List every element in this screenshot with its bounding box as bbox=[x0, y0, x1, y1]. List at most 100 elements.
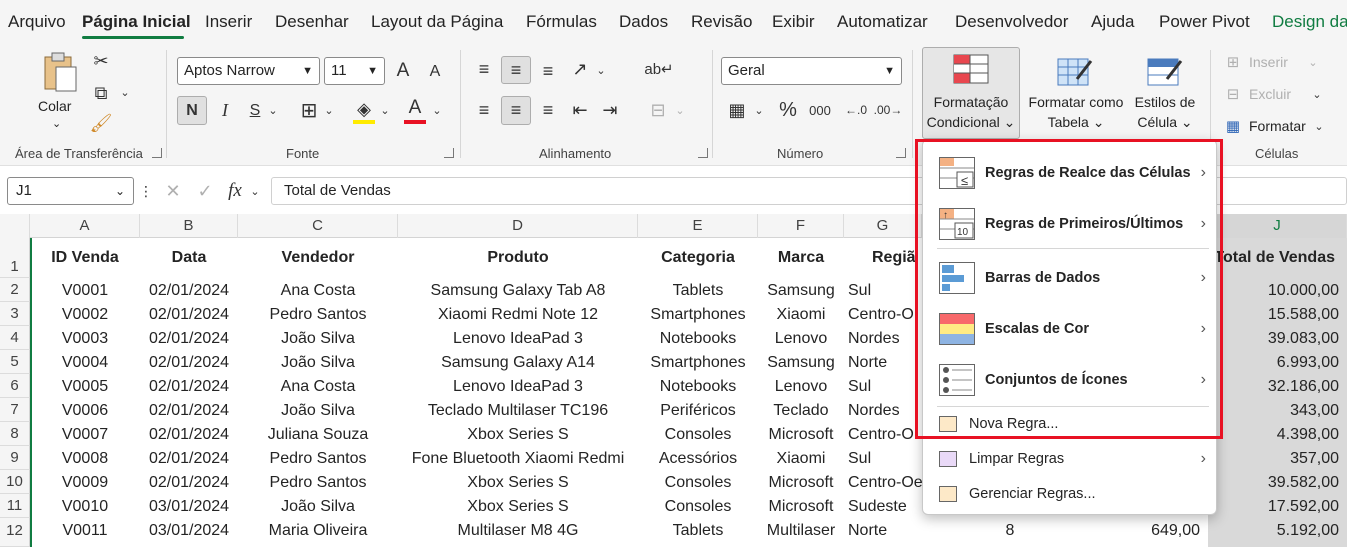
format-cells-button[interactable]: Formatar bbox=[1249, 116, 1306, 136]
fill-color-icon[interactable]: ◈ bbox=[352, 96, 376, 122]
align-bottom-icon[interactable]: ≡ bbox=[536, 58, 560, 84]
align-top-icon[interactable]: ≡ bbox=[472, 56, 496, 82]
table-cell[interactable]: V0003 bbox=[30, 327, 140, 351]
table-cell[interactable]: Nordes bbox=[844, 399, 922, 423]
delete-cells-button[interactable]: Excluir bbox=[1249, 84, 1291, 104]
tab-automatizar[interactable]: Automatizar bbox=[837, 12, 928, 32]
column-header[interactable]: E bbox=[638, 214, 758, 238]
table-cell[interactable]: Centro-O bbox=[844, 423, 922, 447]
tab-formulas[interactable]: Fórmulas bbox=[526, 12, 597, 32]
table-cell[interactable]: V0010 bbox=[30, 495, 140, 519]
table-cell[interactable]: Notebooks bbox=[638, 327, 758, 351]
table-cell[interactable]: 39.582,00 bbox=[1208, 471, 1347, 495]
borders-dropdown-chevron-icon[interactable]: ⌄ bbox=[322, 102, 336, 118]
table-cell[interactable]: Norte bbox=[844, 351, 922, 375]
font-name-combo[interactable]: Aptos Narrow ▼ bbox=[177, 57, 320, 85]
table-cell[interactable]: Sul bbox=[844, 447, 922, 471]
table-cell[interactable]: 4.398,00 bbox=[1208, 423, 1347, 447]
paste-button[interactable]: Colar bbox=[38, 96, 71, 116]
table-cell[interactable]: 03/01/2024 bbox=[140, 495, 238, 519]
table-cell[interactable]: 02/01/2024 bbox=[140, 447, 238, 471]
table-cell[interactable]: Microsoft bbox=[758, 495, 844, 519]
menu-item-manage-rules[interactable]: Gerenciar Regras... bbox=[923, 477, 1216, 511]
table-cell[interactable]: Pedro Santos bbox=[238, 303, 398, 327]
table-cell[interactable]: Smartphones bbox=[638, 303, 758, 327]
table-cell[interactable]: 02/01/2024 bbox=[140, 279, 238, 303]
name-box[interactable]: J1 ⌄ bbox=[7, 177, 134, 205]
tab-inserir[interactable]: Inserir bbox=[205, 12, 252, 32]
format-as-table-label-2[interactable]: Tabela ⌄ bbox=[1024, 112, 1128, 132]
select-all-corner[interactable] bbox=[0, 214, 30, 238]
table-cell[interactable]: Teclado bbox=[758, 399, 844, 423]
tab-ajuda[interactable]: Ajuda bbox=[1091, 12, 1134, 32]
fill-dropdown-chevron-icon[interactable]: ⌄ bbox=[378, 102, 392, 118]
row-header[interactable]: 3 bbox=[0, 302, 30, 326]
table-cell[interactable]: Lenovo bbox=[758, 375, 844, 399]
column-header-selected[interactable]: J bbox=[1208, 214, 1347, 238]
header-cell[interactable]: Regiã bbox=[844, 246, 922, 270]
insert-dropdown-chevron-icon[interactable]: ⌄ bbox=[1306, 54, 1320, 70]
table-cell[interactable]: 10.000,00 bbox=[1208, 279, 1347, 303]
copy-icon[interactable]: ⧉ bbox=[90, 82, 112, 104]
font-color-icon[interactable]: A bbox=[404, 96, 426, 120]
table-cell[interactable]: Lenovo IdeaPad 3 bbox=[398, 375, 638, 399]
tab-power-pivot[interactable]: Power Pivot bbox=[1159, 12, 1250, 32]
table-cell[interactable]: Samsung Galaxy Tab A8 bbox=[398, 279, 638, 303]
table-cell[interactable]: Xiaomi bbox=[758, 447, 844, 471]
table-cell[interactable]: 02/01/2024 bbox=[140, 375, 238, 399]
tab-layout-da-pagina[interactable]: Layout da Página bbox=[371, 12, 503, 32]
number-format-combo[interactable]: Geral ▼ bbox=[721, 57, 902, 85]
paste-dropdown-chevron-icon[interactable]: ⌄ bbox=[52, 114, 61, 134]
number-launcher-icon[interactable] bbox=[896, 148, 906, 158]
table-cell[interactable]: 02/01/2024 bbox=[140, 471, 238, 495]
header-cell[interactable]: Marca bbox=[758, 246, 844, 270]
clipboard-launcher-icon[interactable] bbox=[152, 148, 162, 158]
copy-dropdown-chevron-icon[interactable]: ⌄ bbox=[118, 84, 132, 100]
table-cell[interactable]: Consoles bbox=[638, 423, 758, 447]
header-cell[interactable]: Produto bbox=[398, 246, 638, 270]
align-right-icon[interactable]: ≡ bbox=[536, 96, 560, 124]
insert-cells-button[interactable]: Inserir bbox=[1249, 52, 1288, 72]
table-cell[interactable]: Notebooks bbox=[638, 375, 758, 399]
table-cell[interactable]: Fone Bluetooth Xiaomi Redmi bbox=[398, 447, 638, 471]
cell-styles-icon[interactable] bbox=[1146, 54, 1184, 90]
table-cell[interactable]: Sul bbox=[844, 279, 922, 303]
table-cell[interactable]: João Silva bbox=[238, 495, 398, 519]
table-cell[interactable]: Centro-O bbox=[844, 303, 922, 327]
table-cell[interactable]: 5.192,00 bbox=[1208, 519, 1347, 543]
table-cell[interactable]: Lenovo IdeaPad 3 bbox=[398, 327, 638, 351]
table-cell[interactable]: Nordes bbox=[844, 327, 922, 351]
header-cell-selected[interactable]: Total de Vendas bbox=[1208, 246, 1347, 270]
table-cell[interactable]: Ana Costa bbox=[238, 375, 398, 399]
format-painter-icon[interactable]: 🖌 bbox=[90, 112, 113, 134]
row-header[interactable]: 7 bbox=[0, 398, 30, 422]
table-cell[interactable]: V0002 bbox=[30, 303, 140, 327]
delete-cells-icon[interactable]: ⊟ bbox=[1222, 84, 1244, 104]
table-cell[interactable]: Centro-Oe bbox=[844, 471, 922, 495]
table-cell[interactable]: 02/01/2024 bbox=[140, 423, 238, 447]
cut-icon[interactable]: ✂ bbox=[90, 50, 112, 72]
format-as-table-label-1[interactable]: Formatar como bbox=[1024, 92, 1128, 112]
tab-arquivo[interactable]: Arquivo bbox=[8, 12, 66, 32]
table-cell[interactable]: Xiaomi bbox=[758, 303, 844, 327]
column-header[interactable]: F bbox=[758, 214, 844, 238]
cell-styles-label-1[interactable]: Estilos de bbox=[1128, 92, 1202, 112]
column-header[interactable]: C bbox=[238, 214, 398, 238]
row-header[interactable]: 5 bbox=[0, 350, 30, 374]
row-header[interactable]: 12 bbox=[0, 518, 30, 547]
header-cell[interactable]: ID Venda bbox=[30, 246, 140, 270]
table-cell[interactable]: Sudeste bbox=[844, 495, 922, 519]
row-header[interactable]: 8 bbox=[0, 422, 30, 446]
tab-design[interactable]: Design da bbox=[1272, 12, 1347, 32]
table-cell[interactable]: Norte bbox=[844, 519, 922, 543]
decrease-decimal-icon[interactable]: .00→ bbox=[874, 96, 903, 124]
paste-icon[interactable] bbox=[40, 50, 80, 94]
format-as-table-icon[interactable] bbox=[1056, 54, 1094, 90]
table-cell[interactable]: 343,00 bbox=[1208, 399, 1347, 423]
cell-styles-label-2[interactable]: Célula ⌄ bbox=[1128, 112, 1202, 132]
borders-icon[interactable]: ⊞ bbox=[297, 97, 321, 123]
decrease-indent-icon[interactable]: ⇤ bbox=[568, 96, 592, 124]
cell-unit-price[interactable]: 649,00 bbox=[1060, 519, 1208, 543]
tab-dados[interactable]: Dados bbox=[619, 12, 668, 32]
row-header[interactable]: 1 bbox=[0, 238, 30, 278]
